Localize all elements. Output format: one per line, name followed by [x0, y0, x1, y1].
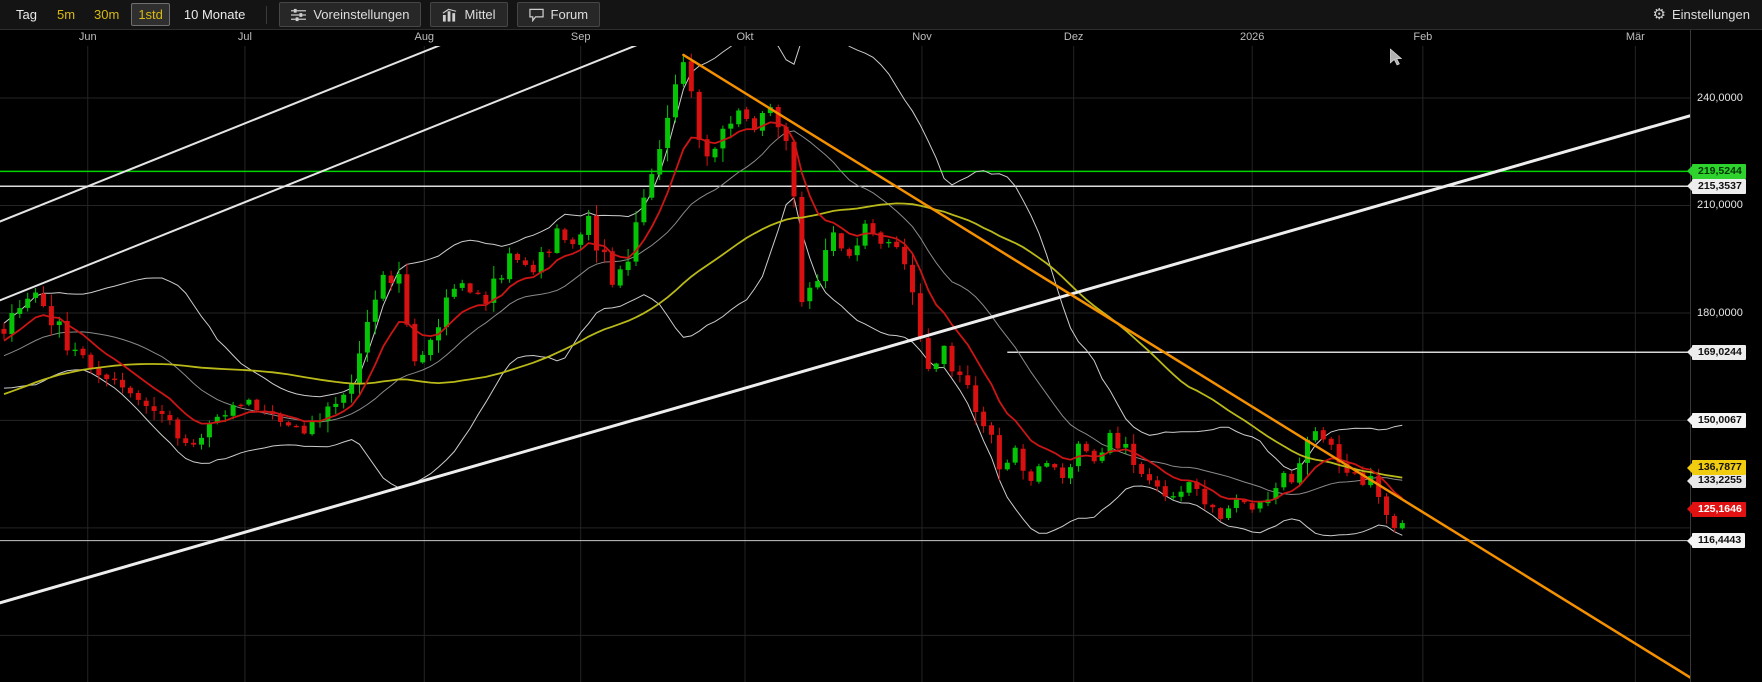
voreinstellungen-label: Voreinstellungen	[313, 7, 409, 22]
timeframe-1std-button[interactable]: 1std	[131, 3, 170, 26]
einstellungen-button[interactable]: ⚙ Einstellungen	[1648, 4, 1754, 25]
timeframe-tag-button[interactable]: Tag	[8, 4, 45, 25]
einstellungen-label: Einstellungen	[1672, 7, 1750, 22]
price-tick-label: 210,0000	[1697, 199, 1743, 211]
trading-chart-app: Tag 5m 30m 1std 10 Monate Voreinstellung…	[0, 0, 1762, 682]
price-marker: 116,4443	[1692, 533, 1745, 548]
price-levels-layer[interactable]	[0, 171, 1690, 540]
gear-icon: ⚙	[1652, 7, 1665, 22]
month-label: Dez	[1064, 31, 1084, 43]
mouse-cursor	[1390, 49, 1401, 65]
price-tick-label: 180,0000	[1697, 307, 1743, 319]
price-marker-arrow	[1687, 504, 1692, 514]
range-10-monate-button[interactable]: 10 Monate	[175, 4, 254, 25]
price-marker: 215,3537	[1692, 179, 1746, 194]
price-tick-label: 240,0000	[1697, 92, 1743, 104]
channel-line-upper[interactable]	[0, 46, 462, 226]
month-label: 2026	[1240, 31, 1264, 43]
price-marker: 219,5244	[1692, 164, 1746, 179]
forum-button[interactable]: Forum	[517, 2, 601, 27]
bollinger-lower-band	[4, 198, 1402, 536]
price-marker-arrow	[1687, 181, 1692, 191]
chart-area[interactable]	[0, 46, 1690, 682]
slow-ma-line	[4, 203, 1402, 477]
price-axis[interactable]: 240,0000 210,0000 180,0000 219,5244215,3537…	[1690, 30, 1762, 682]
price-marker-arrow	[1687, 463, 1692, 473]
price-marker-arrow	[1687, 476, 1692, 486]
price-marker: 169,0244	[1692, 345, 1746, 360]
indicators-icon	[442, 8, 457, 22]
price-marker: 133,2255	[1692, 473, 1746, 488]
chart-canvas[interactable]	[0, 46, 1690, 682]
price-marker: 125,1646	[1692, 502, 1746, 517]
month-label: Sep	[571, 31, 591, 43]
forum-icon	[529, 8, 544, 22]
fast-ma-line	[4, 122, 1402, 501]
mittel-label: Mittel	[464, 7, 495, 22]
toolbar: Tag 5m 30m 1std 10 Monate Voreinstellung…	[0, 0, 1762, 30]
timeframe-5m-button[interactable]: 5m	[50, 3, 82, 26]
price-marker: 150,0067	[1692, 413, 1746, 428]
voreinstellungen-button[interactable]: Voreinstellungen	[279, 2, 421, 27]
month-label: Jul	[238, 31, 252, 43]
candles-layer	[2, 54, 1405, 533]
month-label: Okt	[736, 31, 753, 43]
channel-line-lower[interactable]	[0, 46, 668, 305]
month-label: Nov	[912, 31, 932, 43]
presets-icon	[291, 8, 306, 22]
month-label: Aug	[414, 31, 434, 43]
forum-label: Forum	[551, 7, 589, 22]
downtrend-line[interactable]	[683, 55, 1690, 680]
month-label: Feb	[1413, 31, 1432, 43]
price-marker-arrow	[1687, 166, 1692, 176]
timeframe-30m-button[interactable]: 30m	[87, 3, 126, 26]
price-marker: 136,7877	[1692, 460, 1746, 475]
month-label: Mär	[1626, 31, 1645, 43]
price-marker-arrow	[1687, 347, 1692, 357]
mittel-button[interactable]: Mittel	[430, 2, 507, 27]
price-marker-arrow	[1687, 415, 1692, 425]
price-marker-arrow	[1687, 536, 1692, 546]
trendlines-layer[interactable]	[0, 46, 1690, 680]
toolbar-divider	[266, 6, 267, 24]
time-axis[interactable]: Jun Jul Aug Sep Okt Nov Dez 2026 Feb Mär	[0, 30, 1690, 46]
support-trendline[interactable]	[0, 114, 1690, 603]
month-label: Jun	[79, 31, 97, 43]
grid-layer	[0, 46, 1690, 682]
